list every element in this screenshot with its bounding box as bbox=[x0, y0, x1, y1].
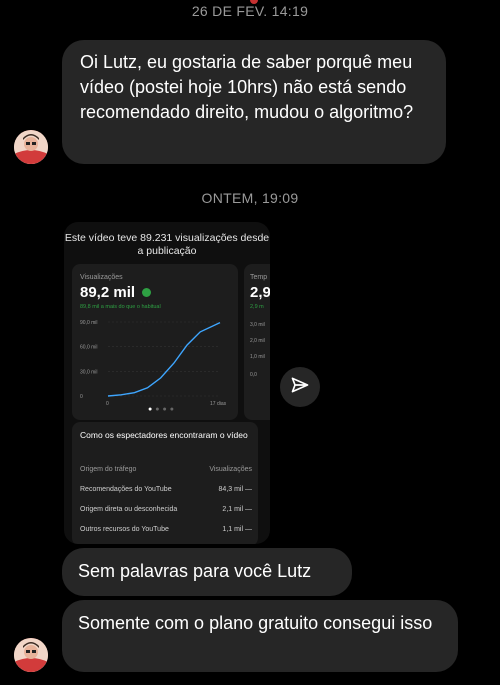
row-views: 2,1 mil bbox=[222, 506, 244, 513]
x-tick-label: 0 bbox=[106, 401, 109, 407]
message-question[interactable]: Oi Lutz, eu gostaria de saber porquê meu… bbox=[62, 40, 446, 164]
analytics-title: Este vídeo teve 89.231 visualizações des… bbox=[64, 232, 270, 257]
col-views: Visualizações bbox=[209, 466, 252, 473]
side-tick-3: 0,0 bbox=[250, 372, 257, 378]
paper-plane-icon bbox=[290, 375, 310, 400]
row-dash: — bbox=[245, 486, 252, 493]
views-card: Visualizações 89,2 mil 89,8 mil a mais d… bbox=[72, 264, 238, 420]
row-views: 84,3 mil bbox=[218, 486, 244, 493]
avatar[interactable] bbox=[14, 130, 48, 164]
y-tick-label: 90,0 mil bbox=[80, 320, 98, 326]
row-dash: — bbox=[245, 506, 252, 513]
table-row: Origem direta ou desconhecida 2,1 mil — bbox=[80, 506, 252, 513]
table-row: Outros recursos do YouTube 1,1 mil — bbox=[80, 526, 252, 533]
share-button[interactable] bbox=[280, 367, 320, 407]
row-source: Outros recursos do YouTube bbox=[80, 526, 169, 533]
row-source: Recomendações do YouTube bbox=[80, 486, 172, 493]
message-no-words[interactable]: Sem palavras para você Lutz bbox=[62, 548, 352, 596]
views-value: 89,2 mil bbox=[80, 284, 136, 301]
side-tick-0: 3,0 mil bbox=[250, 322, 265, 328]
row-source: Origem direta ou desconhecida bbox=[80, 506, 178, 513]
side-card-value: 2,9 bbox=[250, 284, 270, 301]
row-dash: — bbox=[245, 526, 252, 533]
views-line-chart: 90,0 mil 60,0 mil 30,0 mil 0 0 17 dias bbox=[80, 320, 227, 407]
side-card-label: Temp bbox=[250, 274, 268, 281]
side-tick-2: 1,0 mil bbox=[250, 354, 265, 360]
side-tick-1: 2,0 mil bbox=[250, 338, 265, 344]
x-tick-label: 17 dias bbox=[210, 401, 227, 407]
timestamp-1: 26 DE FEV. 14:19 bbox=[191, 3, 309, 19]
col-source: Origem do tráfego bbox=[80, 466, 137, 473]
row-views: 1,1 mil bbox=[222, 526, 244, 533]
traffic-heading: Como os espectadores encontraram o vídeo bbox=[80, 430, 248, 440]
y-tick-label: 60,0 mil bbox=[80, 345, 98, 351]
message-free-plan[interactable]: Somente com o plano gratuito consegui is… bbox=[62, 600, 458, 672]
y-tick-label: 0 bbox=[80, 394, 83, 400]
carousel-dots[interactable]: ●●●● bbox=[148, 406, 177, 413]
check-icon bbox=[142, 287, 152, 297]
watch-time-card: Temp 2,9 2,9 m 3,0 mil 2,0 mil 1,0 mil 0… bbox=[244, 264, 270, 420]
avatar[interactable] bbox=[14, 638, 48, 672]
traffic-card: Como os espectadores encontraram o vídeo… bbox=[72, 422, 258, 544]
side-card-delta: 2,9 m bbox=[250, 304, 264, 310]
views-label: Visualizações bbox=[80, 274, 123, 281]
traffic-header-row: Origem do tráfego Visualizações bbox=[80, 466, 252, 473]
timestamp-2: ONTEM, 19:09 bbox=[201, 190, 299, 206]
views-series-line bbox=[107, 321, 221, 397]
table-row: Recomendações do YouTube 84,3 mil — bbox=[80, 486, 252, 493]
shared-analytics-screenshot[interactable]: Este vídeo teve 89.231 visualizações des… bbox=[64, 222, 270, 544]
y-tick-label: 30,0 mil bbox=[80, 369, 98, 375]
